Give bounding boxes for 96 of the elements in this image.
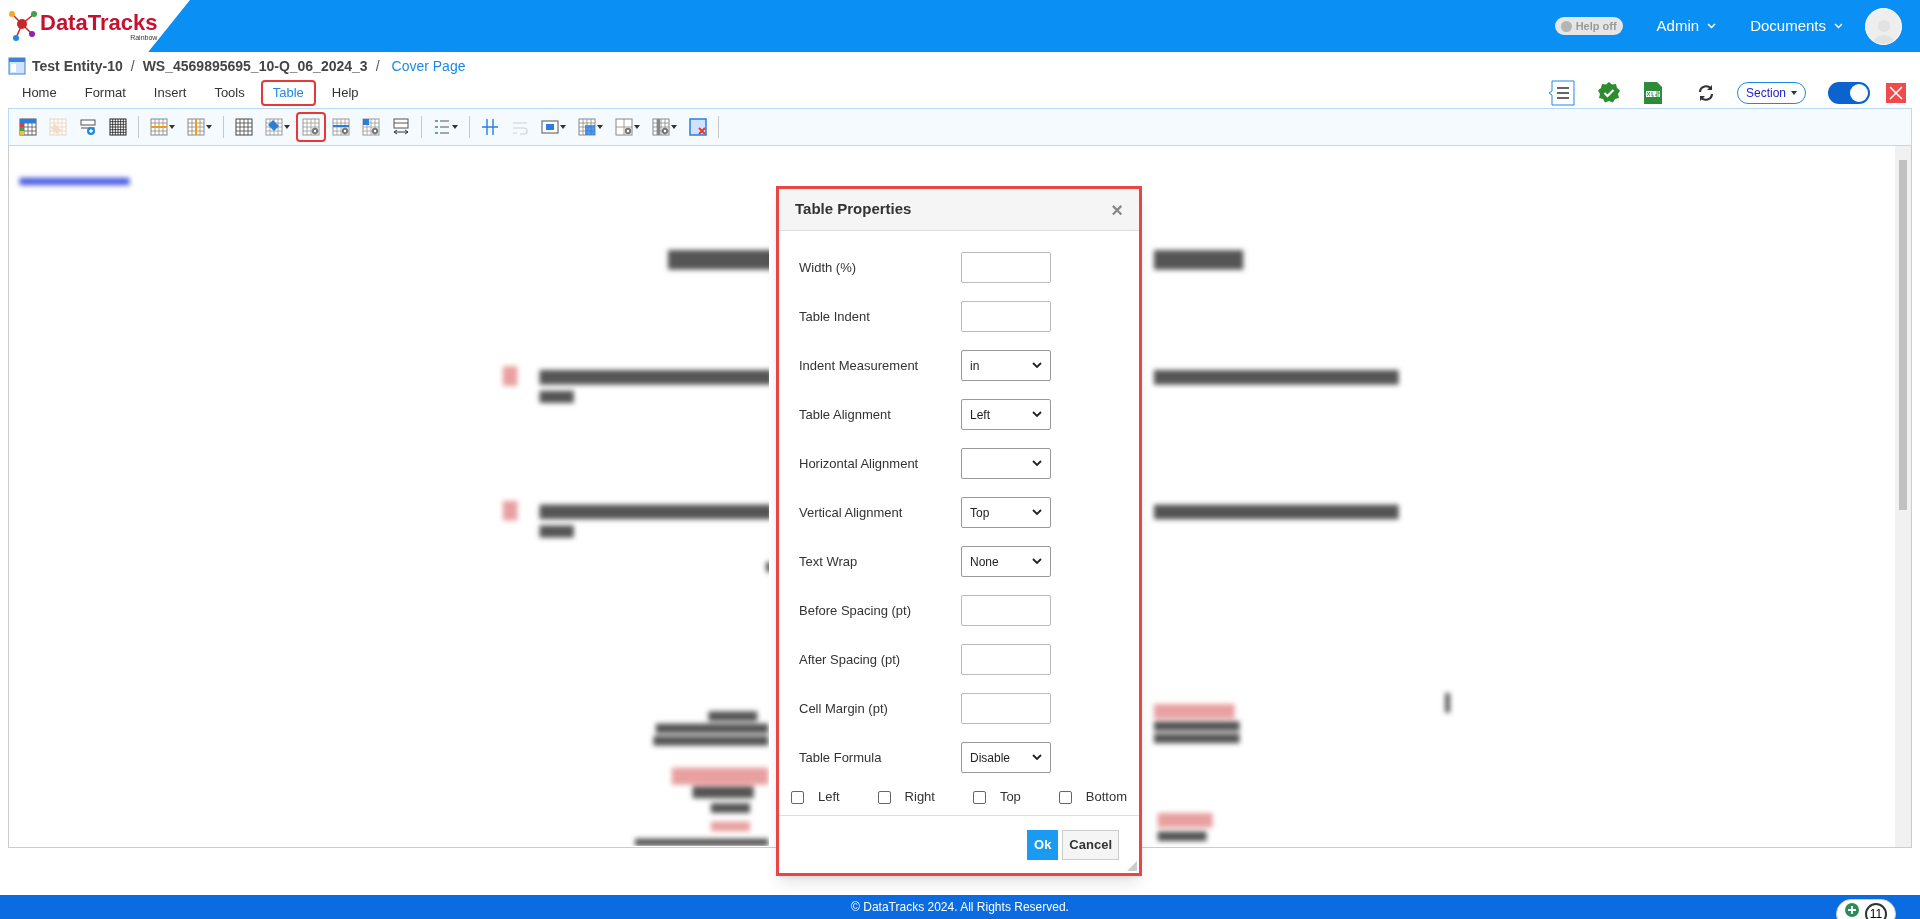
merge-cells-icon [578,118,596,136]
menu-tab[interactable]: Help [319,80,371,106]
refresh-icon[interactable] [1696,84,1715,102]
chevron-down-icon [1032,509,1042,516]
chevron-down-icon [1032,754,1042,761]
input-field[interactable] [961,252,1051,283]
caret-icon [560,125,566,129]
field-label: Table Alignment [799,405,892,424]
field-label: Table Formula [799,748,883,767]
logo-text: DataTracks [40,11,158,34]
menu-tab[interactable]: Home [10,80,69,106]
breadcrumb-link[interactable]: Cover Page [391,55,466,77]
select-field[interactable]: Disable [961,742,1051,773]
breadcrumb-separator: / [375,56,380,76]
fill-bucket-icon [265,118,283,136]
notification-badge[interactable]: 11 [1836,899,1896,919]
input-field[interactable] [961,595,1051,626]
menu-tab[interactable]: Tools [202,80,257,106]
chevron-down-icon [1032,460,1042,467]
delete-table-icon [689,118,707,136]
checkbox[interactable] [972,790,986,804]
input-field[interactable] [961,301,1051,332]
cell-gear-icon [362,118,380,136]
select-field[interactable] [961,448,1051,479]
breadcrumb-separator: / [130,56,135,76]
breadcrumb-item[interactable]: WS_4569895695_10-Q_06_2024_3 [142,55,368,77]
table-width-icon [392,118,410,136]
field-label: Indent Measurement [799,356,920,375]
field-label: Vertical Alignment [799,503,904,522]
plus-icon [1845,903,1859,917]
table-icon [235,118,253,136]
badge-count: 11 [1865,903,1887,919]
column-gear-icon [652,118,670,136]
row-gear-icon [332,118,350,136]
caret-icon [634,125,640,129]
select-field[interactable]: None [961,546,1051,577]
cell-icon [541,118,559,136]
close-icon [1889,86,1903,100]
checkbox-label: Top [999,788,1021,807]
caret-icon [206,125,212,129]
checkbox-label: Bottom [1085,788,1127,807]
breadcrumb-item[interactable]: Test Entity-10 [32,55,123,77]
avatar[interactable] [1865,7,1902,45]
column-lines-icon [187,118,205,136]
excel-file-icon[interactable] [1642,81,1663,105]
table-formula-icon [615,118,633,136]
field-label: Width (%) [799,258,858,277]
checkbox-label: Right [904,788,935,807]
select-field[interactable]: Left [961,399,1051,430]
field-label: Horizontal Alignment [799,454,920,473]
table-gear-icon [302,118,320,136]
menu-tab[interactable]: Insert [141,80,199,106]
column-divider-icon [481,118,499,136]
scrollbar[interactable] [1895,146,1911,847]
caret-icon [671,125,677,129]
field-label: Before Spacing (pt) [799,601,912,620]
dialog-title: Table Properties [795,199,912,220]
input-field[interactable] [961,644,1051,675]
checkbox[interactable] [877,790,891,804]
menu-tab[interactable]: Format [72,80,138,106]
caret-icon [284,125,290,129]
row-lines-icon [150,118,168,136]
document-icon [8,57,26,75]
chevron-down-icon [1032,411,1042,418]
chevron-down-icon [1707,23,1717,29]
caret-icon [597,125,603,129]
field-label: Table Indent [799,307,871,326]
resize-handle-icon[interactable] [1127,861,1137,871]
comment-list-icon[interactable] [1546,80,1575,106]
field-label: After Spacing (pt) [799,650,902,669]
verified-badge-icon[interactable] [1596,81,1621,105]
grid-icon [109,118,127,136]
input-field[interactable] [961,693,1051,724]
field-label: Text Wrap [799,552,859,571]
copyright-text: © DataTracks 2024. All Rights Reserved. [851,899,1069,916]
insert-row-icon [79,118,97,136]
caret-icon [452,125,458,129]
select-field[interactable]: Top [961,497,1051,528]
field-label: Cell Margin (pt) [799,699,889,718]
cancel-button[interactable]: Cancel [1062,829,1119,860]
close-button[interactable] [1886,83,1906,103]
checkbox-label: Left [818,788,840,807]
select-field[interactable]: in [961,350,1051,381]
caret-icon [1791,91,1797,95]
chevron-down-icon [1032,362,1042,369]
paint-table-icon [49,118,67,136]
menu-tab[interactable]: Table [260,80,316,106]
list-icon [433,118,451,136]
toolbar-button[interactable] [296,112,326,142]
chevron-down-icon [1032,558,1042,565]
table-icon [19,118,37,136]
caret-icon [169,125,175,129]
checkbox[interactable] [791,790,804,804]
checkbox[interactable] [1058,790,1072,804]
edit-toggle[interactable] [1828,82,1870,104]
chevron-down-icon [1834,23,1843,29]
